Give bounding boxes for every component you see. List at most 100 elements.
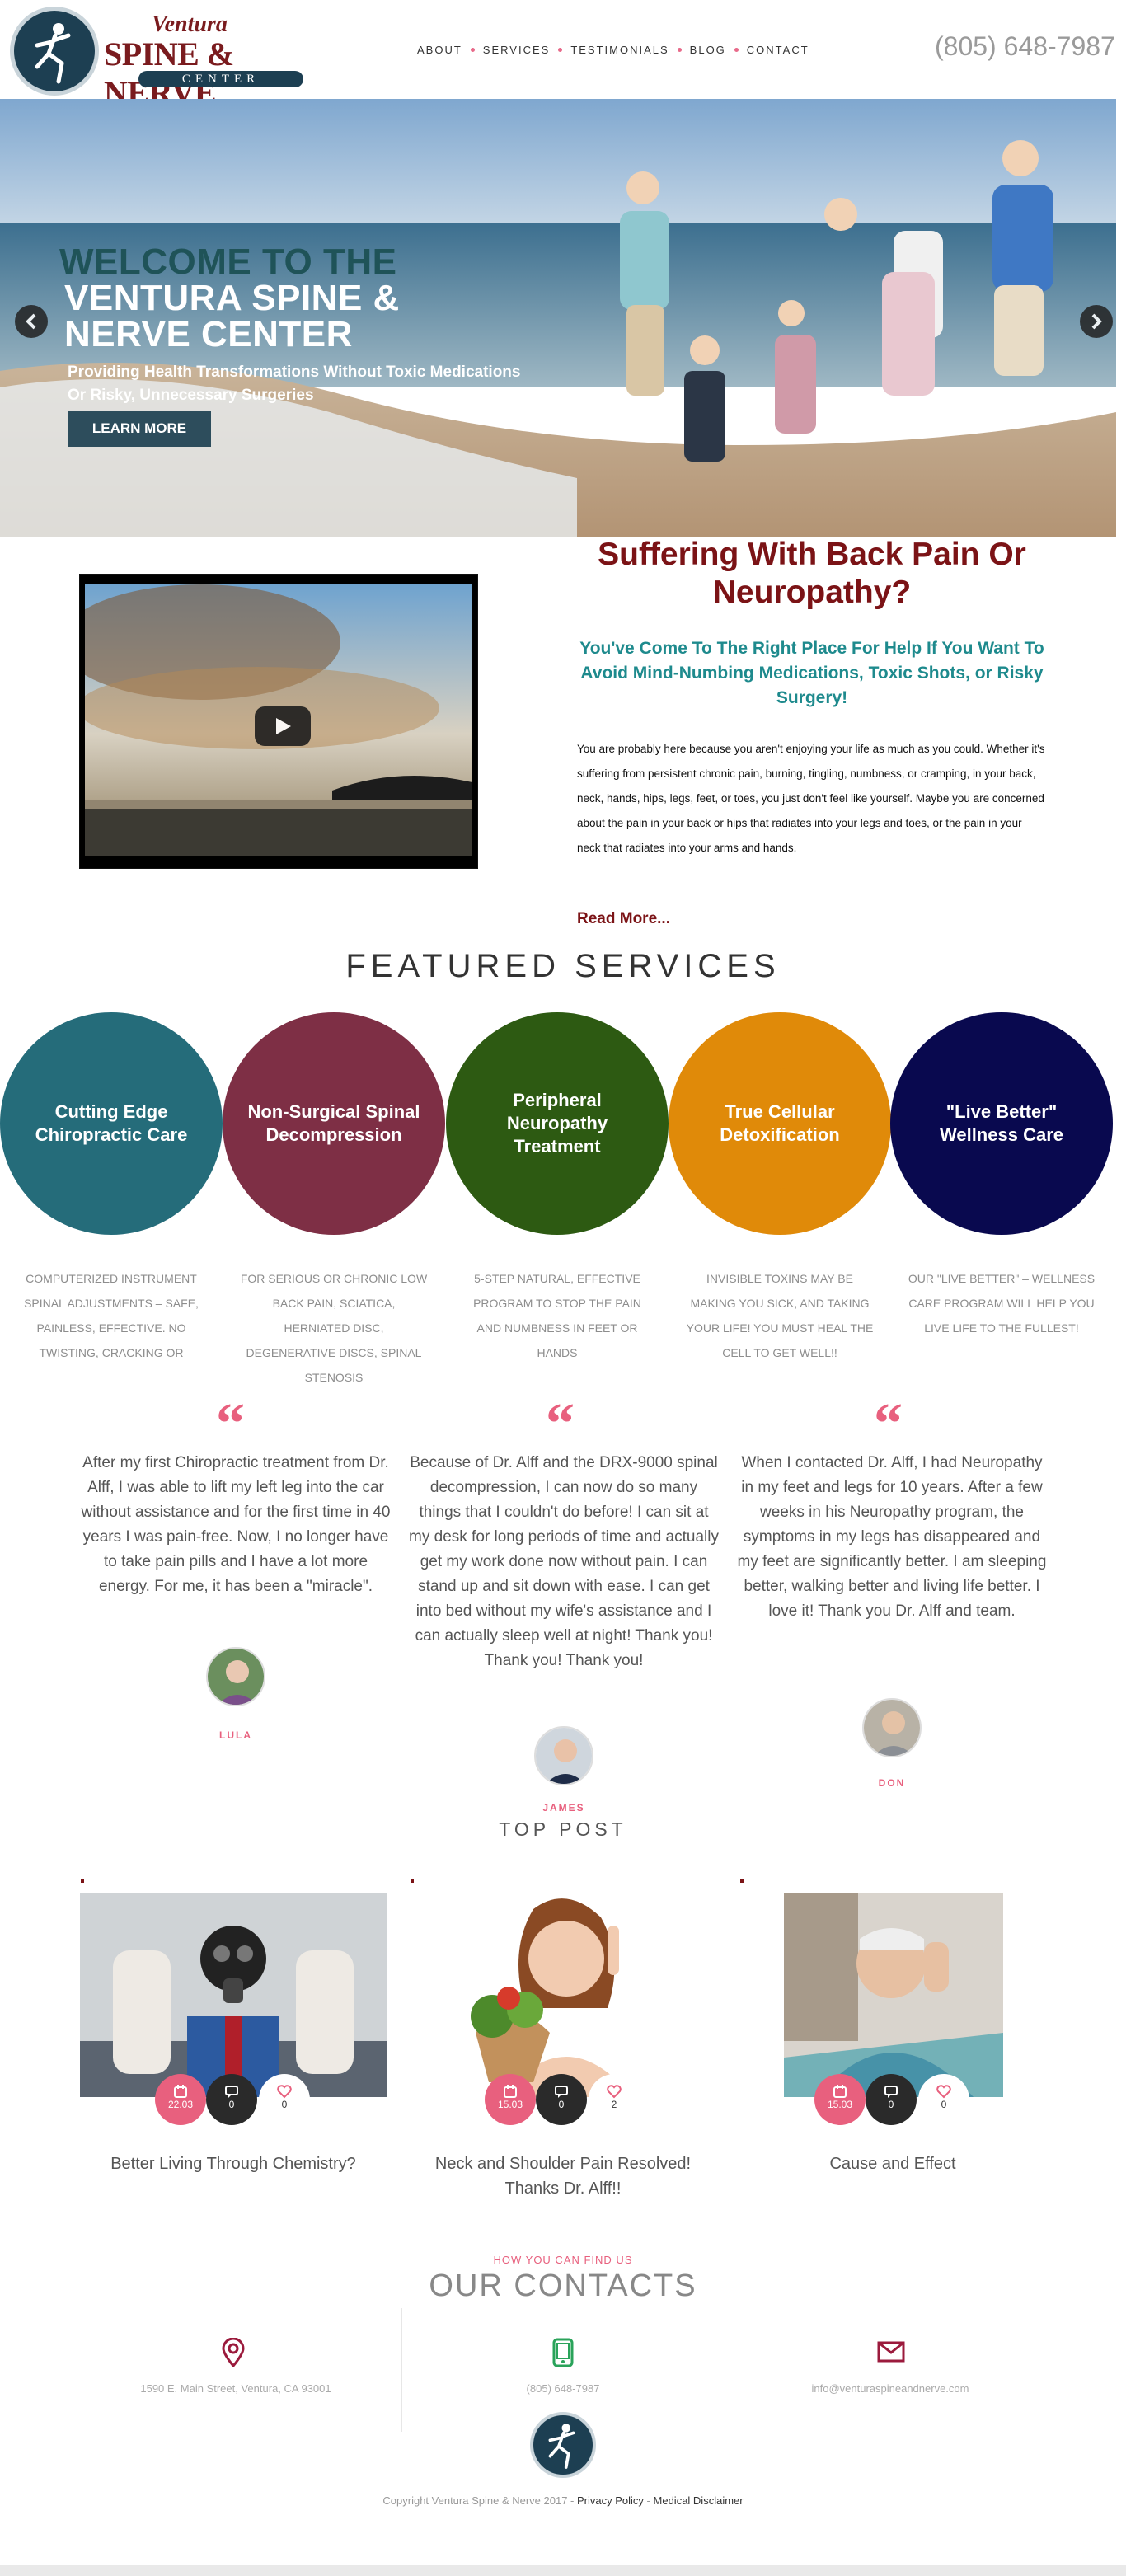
nav-separator xyxy=(470,47,475,52)
hero-subtitle-line2: Or Risky, Unnecessary Surgeries xyxy=(68,387,314,404)
post-comments-badge[interactable]: 0 xyxy=(206,2074,257,2125)
service-circle-decompression[interactable]: Non-Surgical Spinal Decompression xyxy=(223,1012,445,1235)
contacts-heading: OUR CONTACTS xyxy=(429,2269,697,2303)
post-marker xyxy=(740,1879,744,1883)
chevron-left-icon xyxy=(26,313,36,330)
calendar-icon xyxy=(833,2085,847,2098)
post-image-neck-shoulder[interactable] xyxy=(410,1893,716,2097)
service-desc-chiropractic: Computerized instrument spinal adjustmen… xyxy=(24,1272,199,1359)
calendar-icon xyxy=(504,2085,517,2098)
service-circle-chiropractic[interactable]: Cutting Edge Chiropractic Care xyxy=(0,1012,223,1235)
learn-more-button[interactable]: LEARN MORE xyxy=(68,411,211,447)
comment-icon xyxy=(555,2086,568,2098)
post-image-cause-effect[interactable] xyxy=(784,1893,1003,2097)
hero-subtitle-line1: Providing Health Transformations Without… xyxy=(68,364,521,381)
calendar-icon xyxy=(174,2085,187,2098)
post-image-chemistry[interactable] xyxy=(80,1893,387,2097)
map-pin-icon xyxy=(221,2337,246,2372)
heart-icon xyxy=(277,2085,292,2099)
chevron-right-icon xyxy=(1091,313,1102,330)
contacts-kicker: HOW YOU CAN FIND US xyxy=(493,2254,633,2266)
post-comment-count: 0 xyxy=(558,2099,565,2110)
privacy-policy-link[interactable]: Privacy Policy xyxy=(577,2494,644,2507)
testimonial-text-lula: After my first Chiropractic treatment fr… xyxy=(81,1454,391,1595)
nav-separator xyxy=(677,47,682,52)
nav-about[interactable]: ABOUT xyxy=(417,44,462,56)
post-likes-badge[interactable]: 0 xyxy=(918,2074,969,2125)
slider-next-button[interactable] xyxy=(1080,305,1113,338)
video-thumbnail xyxy=(85,584,472,856)
slider-prev-button[interactable] xyxy=(15,305,48,338)
footer-copyright: Copyright Ventura Spine & Nerve 2017 - P… xyxy=(0,2494,1126,2507)
nav-separator xyxy=(734,47,739,52)
post-date: 15.03 xyxy=(827,2099,853,2110)
post-date-badge: 22.03 xyxy=(155,2074,206,2125)
play-icon xyxy=(276,718,291,734)
post-comments-badge[interactable]: 0 xyxy=(536,2074,587,2125)
runner-logo-icon xyxy=(10,7,99,96)
nav-separator xyxy=(558,47,563,52)
hero-heading-line2: VENTURA SPINE & xyxy=(64,278,400,318)
post-comments-badge[interactable]: 0 xyxy=(866,2074,917,2125)
nav-blog[interactable]: BLOG xyxy=(690,44,726,56)
site-logo[interactable]: Ventura SPINE & NERVE CENTER xyxy=(7,3,303,111)
post-likes-badge[interactable]: 0 xyxy=(259,2074,310,2125)
footer-separator: - xyxy=(646,2494,650,2507)
logo-wordmark-bottom: CENTER xyxy=(138,71,303,87)
hero-heading-line3: NERVE CENTER xyxy=(64,314,353,354)
play-button[interactable] xyxy=(255,706,311,746)
contact-address: 1590 E. Main Street, Ventura, CA 93001 xyxy=(140,2382,331,2395)
avatar-james xyxy=(534,1726,593,1785)
post-title-chemistry[interactable]: Better Living Through Chemistry? xyxy=(77,2151,390,2176)
testimonial-name-james: JAMES xyxy=(542,1802,585,1814)
mail-icon xyxy=(877,2341,905,2367)
quote-icon: “ xyxy=(874,1392,903,1456)
nav-services[interactable]: SERVICES xyxy=(483,44,551,56)
post-date-badge: 15.03 xyxy=(485,2074,536,2125)
post-date: 22.03 xyxy=(167,2099,194,2110)
avatar-lula xyxy=(206,1647,265,1706)
contact-divider xyxy=(401,2308,402,2432)
read-more-link[interactable]: Read More... xyxy=(577,910,670,928)
testimonial-text-don: When I contacted Dr. Alff, I had Neuropa… xyxy=(737,1454,1047,1620)
nav-testimonials[interactable]: TESTIMONIALS xyxy=(570,44,669,56)
intro-video-player[interactable] xyxy=(79,574,478,869)
main-nav: ABOUT SERVICES TESTIMONIALS BLOG CONTACT xyxy=(417,41,809,58)
service-circle-wellness[interactable]: "Live Better" Wellness Care xyxy=(890,1012,1113,1235)
intro-heading: Suffering With Back Pain Or Neuropathy? xyxy=(598,537,1026,610)
testimonial-text-james: Because of Dr. Alff and the DRX-9000 spi… xyxy=(409,1454,719,1669)
heart-icon xyxy=(607,2085,622,2099)
service-desc-decompression: For serious or chronic low back pain, sc… xyxy=(240,1272,428,1384)
post-like-count: 0 xyxy=(941,2099,947,2110)
hero-heading-line1: WELCOME TO THE xyxy=(59,242,397,282)
top-post-heading: TOP POST xyxy=(499,1818,627,1840)
intro-body-text: You are probably here because you aren't… xyxy=(577,743,1045,854)
hero-slider: WELCOME TO THE VENTURA SPINE & NERVE CEN… xyxy=(0,99,1116,537)
medical-disclaimer-link[interactable]: Medical Disclaimer xyxy=(654,2494,744,2507)
post-marker xyxy=(411,1879,414,1883)
service-circle-neuropathy[interactable]: Peripheral Neuropathy Treatment xyxy=(446,1012,669,1235)
contact-email[interactable]: info@venturaspineandnerve.com xyxy=(729,2382,1052,2395)
contact-phone[interactable]: (805) 648-7987 xyxy=(401,2382,725,2395)
post-likes-badge[interactable]: 2 xyxy=(589,2074,640,2125)
service-desc-wellness: Our "Live Better" – Wellness Care Progra… xyxy=(908,1272,1096,1335)
testimonial-name-lula: LULA xyxy=(219,1729,252,1741)
post-date-badge: 15.03 xyxy=(814,2074,866,2125)
post-like-count: 2 xyxy=(611,2099,617,2110)
post-comment-count: 0 xyxy=(888,2099,894,2110)
hero-subtitle: Providing Health Transformations Without… xyxy=(68,361,554,407)
quote-icon: “ xyxy=(546,1392,575,1456)
service-desc-detox: Invisible toxins may be making you sick,… xyxy=(686,1272,874,1359)
copyright-text: Copyright Ventura Spine & Nerve 2017 - xyxy=(382,2494,575,2507)
site-header: Ventura SPINE & NERVE CENTER ABOUT SERVI… xyxy=(0,0,1126,111)
header-phone[interactable]: (805) 648-7987 xyxy=(935,31,1115,62)
post-title-cause-effect[interactable]: Cause and Effect xyxy=(736,2151,1049,2176)
testimonial-name-don: DON xyxy=(878,1777,906,1789)
post-title-neck-shoulder[interactable]: Neck and Shoulder Pain Resolved! Thanks … xyxy=(406,2151,720,2201)
avatar-don xyxy=(862,1698,922,1757)
service-desc-neuropathy: 5-step natural, effective program to sto… xyxy=(473,1272,641,1359)
footer-runner-logo-icon[interactable] xyxy=(530,2412,596,2478)
service-circle-detox[interactable]: True Cellular Detoxification xyxy=(669,1012,891,1235)
post-like-count: 0 xyxy=(281,2099,288,2110)
nav-contact[interactable]: CONTACT xyxy=(747,44,809,56)
